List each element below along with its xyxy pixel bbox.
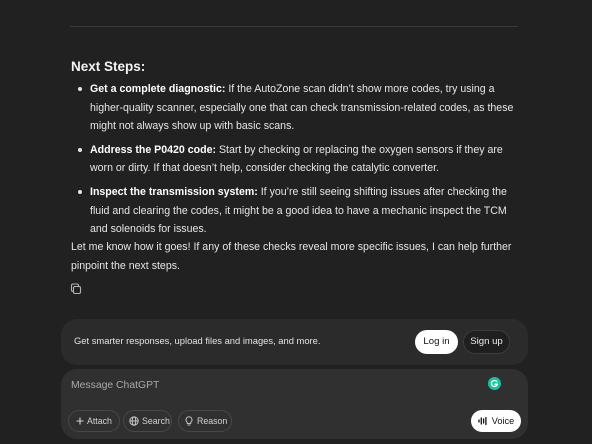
attach-button[interactable]: Attach [68,410,120,432]
signup-button[interactable]: Sign up [463,330,510,354]
attach-label: Attach [87,416,112,426]
copy-button[interactable] [69,282,83,296]
list-item: Get a complete diagnostic: If the AutoZo… [71,80,523,136]
list-item: Address the P0420 code: Start by checkin… [71,141,523,178]
step-title: Get a complete diagnostic: [90,83,226,95]
reason-button[interactable]: Reason [178,410,232,432]
search-label: Search [142,416,170,426]
reason-label: Reason [197,416,228,426]
response-heading: Next Steps: [71,59,146,74]
voice-button[interactable]: Voice [471,410,521,432]
login-banner: Get smarter responses, upload files and … [61,319,528,365]
search-button[interactable]: Search [123,410,172,432]
message-divider [70,26,518,27]
copy-icon [70,283,82,295]
step-title: Inspect the transmission system: [90,185,258,198]
voice-label: Voice [491,416,515,426]
plus-icon [76,417,84,425]
next-steps-list: Get a complete diagnostic: If the AutoZo… [71,80,523,239]
banner-text: Get smarter responses, upload files and … [74,335,321,346]
list-item: Inspect the transmission system: If you’… [71,183,523,239]
message-composer: Attach Search Reason V [61,369,528,439]
login-button[interactable]: Log in [415,330,458,354]
lightbulb-icon [184,416,194,426]
step-title: Address the P0420 code: [90,143,216,156]
closing-paragraph: Let me know how it goes! If any of these… [71,241,512,272]
globe-icon [129,416,139,426]
chat-page: Next Steps: Get a complete diagnostic: I… [0,0,592,444]
message-input[interactable] [71,377,471,393]
grammarly-extension-icon[interactable] [488,377,501,390]
waveform-icon [478,416,488,426]
grammarly-g-icon [490,379,499,388]
